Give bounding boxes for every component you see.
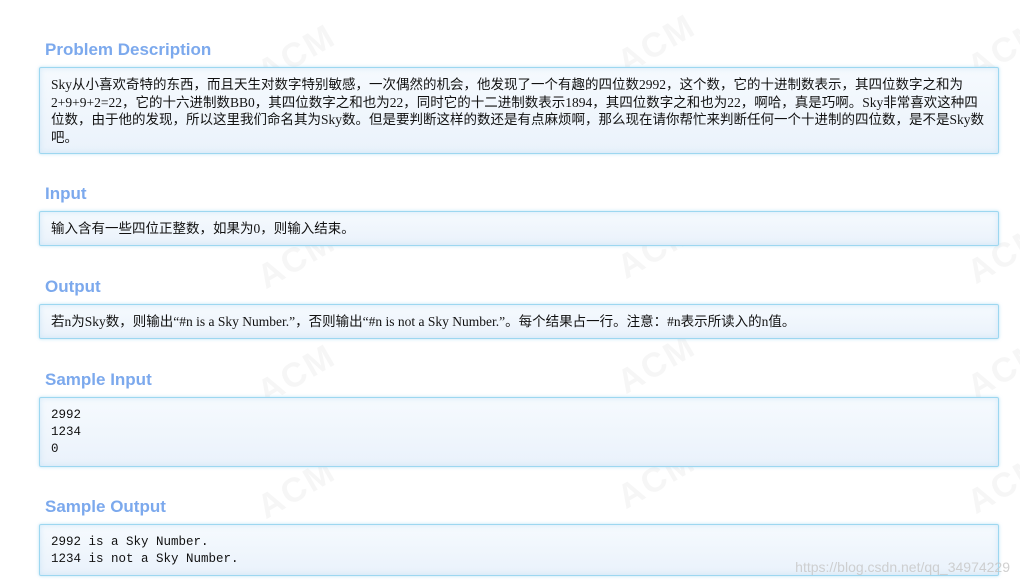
output-title: Output [45, 277, 101, 296]
sample-output-title: Sample Output [45, 497, 166, 516]
sample-input-line: 0 [51, 442, 59, 456]
output-text: 若n为Sky数，则输出“#n is a Sky Number.”，否则输出“#n… [51, 314, 796, 329]
watermark-text: ACM [960, 331, 1020, 407]
sample-input-line: 2992 [51, 408, 82, 422]
sample-input-title: Sample Input [45, 370, 152, 389]
sample-input-line: 1234 [51, 425, 82, 439]
input-title: Input [45, 184, 87, 203]
blog-url-watermark: https://blog.csdn.net/qq_34974229 [795, 559, 1010, 575]
sample-output-line: 2992 is a Sky Number. [51, 535, 209, 549]
sample-input-panel: 2992 1234 0 [39, 397, 999, 467]
input-text: 输入含有一些四位正整数，如果为0，则输入结束。 [51, 221, 355, 236]
input-panel: 输入含有一些四位正整数，如果为0，则输入结束。 [39, 211, 999, 246]
output-panel: 若n为Sky数，则输出“#n is a Sky Number.”，否则输出“#n… [39, 304, 999, 339]
problem-description-panel: Sky从小喜欢奇特的东西，而且天生对数字特别敏感，一次偶然的机会，他发现了一个有… [39, 67, 999, 154]
problem-description-title: Problem Description [45, 40, 212, 59]
problem-description-text: Sky从小喜欢奇特的东西，而且天生对数字特别敏感，一次偶然的机会，他发现了一个有… [51, 77, 985, 145]
